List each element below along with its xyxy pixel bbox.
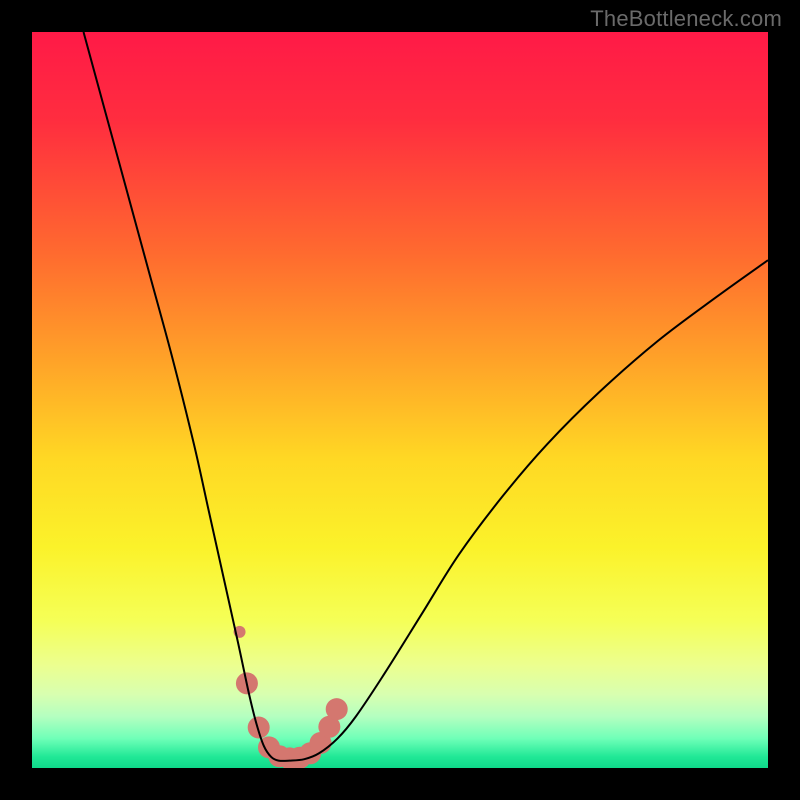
highlight-band (326, 698, 348, 720)
watermark-text: TheBottleneck.com (590, 6, 782, 32)
chart-plot-area (32, 32, 768, 768)
chart-background (32, 32, 768, 768)
highlight-band (248, 717, 270, 739)
bottleneck-chart (32, 32, 768, 768)
